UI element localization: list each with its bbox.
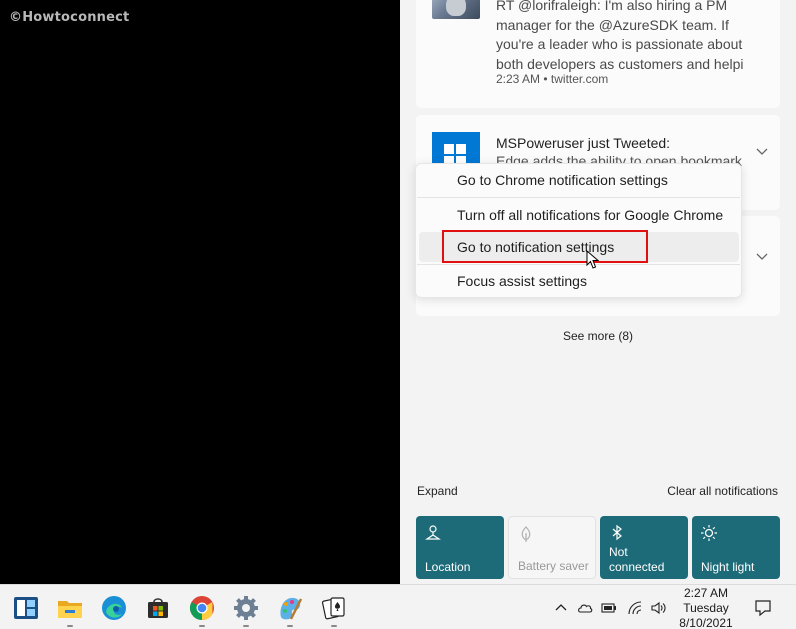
menu-divider (417, 197, 740, 198)
onedrive-icon[interactable] (577, 600, 593, 616)
running-indicator (243, 625, 249, 627)
desktop-background: ©Howtoconnect (0, 0, 400, 584)
edge-icon[interactable] (101, 595, 127, 621)
quick-action-label: Not connected (609, 545, 664, 575)
taskbar-clock[interactable]: 2:27 AM Tuesday 8/10/2021 (672, 586, 740, 629)
quick-action-label: Location (425, 560, 471, 574)
store-icon[interactable] (145, 595, 171, 621)
menu-item-focus-assist-settings[interactable]: Focus assist settings (416, 266, 741, 296)
chrome-icon[interactable] (189, 595, 215, 621)
night-light-icon (701, 525, 717, 541)
file-explorer-icon[interactable] (57, 595, 83, 621)
notification-card-tweet[interactable]: RT @lorifraleigh: I'm also hiring a PM m… (416, 0, 780, 108)
running-indicator (67, 625, 73, 627)
quick-action-location[interactable]: Location (416, 516, 504, 579)
notification-text: RT @lorifraleigh: I'm also hiring a PM m… (496, 0, 751, 74)
clock-day: Tuesday (683, 601, 729, 615)
running-indicator (287, 625, 293, 627)
clear-all-notifications-button[interactable]: Clear all notifications (667, 484, 778, 498)
wifi-icon[interactable] (627, 600, 643, 616)
chevron-down-icon[interactable] (754, 248, 770, 264)
avatar (432, 0, 480, 19)
volume-icon[interactable] (650, 600, 666, 616)
clock-time: 2:27 AM (683, 586, 729, 600)
notification-text-line: you're a leader who is passionate about (496, 36, 743, 52)
quick-action-label: Battery saver (518, 559, 589, 573)
see-more-link[interactable]: See more (8) (400, 329, 796, 343)
notification-title: MSPoweruser just Tweeted: (496, 135, 671, 151)
notification-text-line: manager for the @AzureSDK team. If (496, 16, 729, 33)
notification-text-line: RT @lorifraleigh: I'm also hiring a PM (496, 0, 728, 13)
location-icon (425, 525, 441, 540)
mouse-cursor-icon (586, 250, 600, 269)
battery-saver-icon (521, 526, 531, 542)
notification-meta: 2:23 AM • twitter.com (496, 72, 609, 86)
quick-action-label: Night light (701, 560, 755, 574)
taskbar: 2:27 AM Tuesday 8/10/2021 (0, 584, 796, 629)
battery-icon[interactable] (601, 600, 617, 616)
chevron-up-icon[interactable] (553, 600, 569, 616)
quick-action-battery-saver[interactable]: Battery saver (508, 516, 596, 579)
paint-icon[interactable] (277, 595, 303, 621)
menu-item-chrome-notification-settings[interactable]: Go to Chrome notification settings (416, 165, 741, 195)
solitaire-icon[interactable] (321, 595, 347, 621)
widgets-icon[interactable] (13, 595, 39, 621)
expand-button[interactable]: Expand (417, 484, 458, 498)
quick-action-label-line: connected (609, 560, 665, 574)
bluetooth-icon (612, 524, 622, 541)
running-indicator (331, 625, 337, 627)
quick-action-label-line: Not (609, 545, 628, 559)
notification-center-icon[interactable] (754, 599, 772, 617)
running-indicator (199, 625, 205, 627)
chevron-down-icon[interactable] (754, 143, 770, 159)
quick-action-night-light[interactable]: Night light (692, 516, 780, 579)
watermark: ©Howtoconnect (9, 10, 130, 25)
menu-divider (417, 264, 740, 265)
highlight-box (442, 230, 648, 263)
clock-date: 8/10/2021 (679, 616, 733, 629)
quick-action-bluetooth[interactable]: Not connected (600, 516, 688, 579)
menu-item-turn-off-chrome-notifications[interactable]: Turn off all notifications for Google Ch… (416, 200, 741, 230)
settings-icon[interactable] (233, 595, 259, 621)
